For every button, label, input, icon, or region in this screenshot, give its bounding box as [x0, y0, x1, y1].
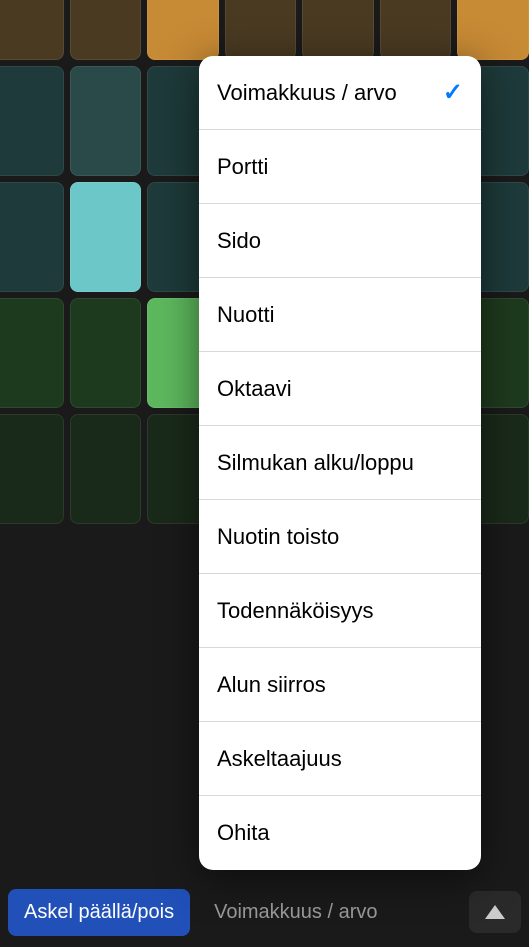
dropdown-toggle-button[interactable] [469, 891, 521, 933]
menu-item-skip[interactable]: Ohita [199, 796, 481, 870]
menu-item-label: Alun siirros [217, 672, 326, 698]
menu-item-gate[interactable]: Portti [199, 130, 481, 204]
menu-item-octave[interactable]: Oktaavi [199, 352, 481, 426]
bottom-toolbar: Askel päällä/pois Voimakkuus / arvo [0, 877, 529, 947]
menu-item-label: Oktaavi [217, 376, 292, 402]
grid-cell[interactable] [70, 298, 142, 408]
triangle-up-icon [485, 905, 505, 919]
menu-item-label: Portti [217, 154, 268, 180]
menu-item-label: Silmukan alku/loppu [217, 450, 414, 476]
menu-item-label: Askeltaajuus [217, 746, 342, 772]
current-mode-button[interactable]: Voimakkuus / arvo [198, 889, 461, 936]
grid-cell[interactable] [0, 0, 64, 60]
menu-item-label: Todennäköisyys [217, 598, 374, 624]
grid-cell[interactable] [70, 182, 142, 292]
mode-selection-popover: Voimakkuus / arvo ✓ Portti Sido Nuotti O… [199, 56, 481, 870]
menu-item-step-rate[interactable]: Askeltaajuus [199, 722, 481, 796]
grid-cell[interactable] [0, 414, 64, 524]
menu-item-label: Nuotti [217, 302, 274, 328]
menu-item-note[interactable]: Nuotti [199, 278, 481, 352]
menu-item-loop[interactable]: Silmukan alku/loppu [199, 426, 481, 500]
menu-item-tie[interactable]: Sido [199, 204, 481, 278]
menu-item-label: Nuotin toisto [217, 524, 339, 550]
menu-item-note-repeat[interactable]: Nuotin toisto [199, 500, 481, 574]
grid-cell[interactable] [0, 298, 64, 408]
menu-item-probability[interactable]: Todennäköisyys [199, 574, 481, 648]
menu-item-label: Ohita [217, 820, 270, 846]
menu-item-label: Sido [217, 228, 261, 254]
menu-item-label: Voimakkuus / arvo [217, 80, 397, 106]
menu-item-velocity[interactable]: Voimakkuus / arvo ✓ [199, 56, 481, 130]
step-toggle-button[interactable]: Askel päällä/pois [8, 889, 190, 936]
grid-cell[interactable] [70, 0, 142, 60]
grid-cell[interactable] [0, 66, 64, 176]
grid-cell[interactable] [70, 66, 142, 176]
grid-cell[interactable] [147, 0, 219, 60]
grid-cell[interactable] [70, 414, 142, 524]
grid-cell[interactable] [0, 182, 64, 292]
menu-item-offset[interactable]: Alun siirros [199, 648, 481, 722]
checkmark-icon: ✓ [443, 78, 463, 107]
